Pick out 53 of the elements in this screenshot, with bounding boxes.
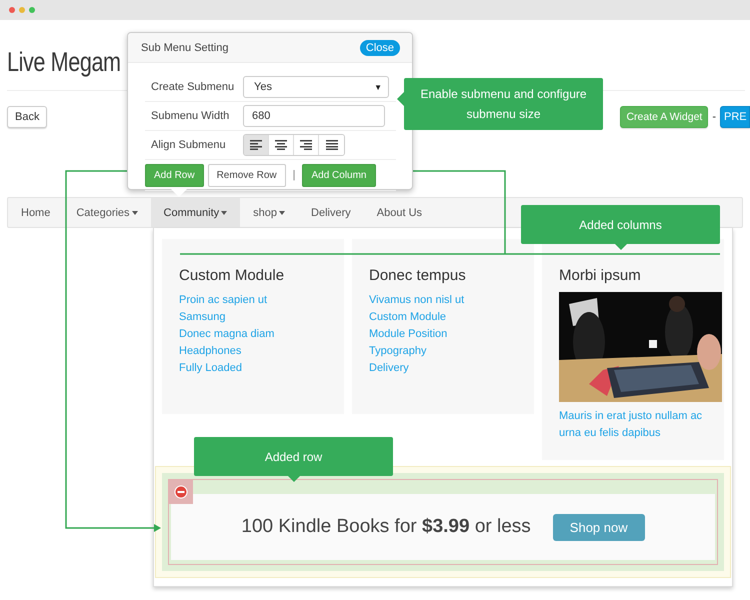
- input-field[interactable]: 680: [243, 105, 385, 127]
- toolbar-button[interactable]: Remove Row: [208, 164, 286, 186]
- menu-item[interactable]: About Us: [364, 198, 436, 227]
- menu-link[interactable]: Vivamus non nisl ut: [369, 292, 517, 309]
- menu-link[interactable]: Samsung: [179, 309, 327, 326]
- menu-link[interactable]: Fully Loaded: [179, 360, 327, 377]
- menu-item[interactable]: Delivery: [298, 198, 364, 227]
- toolbar-button[interactable]: Add Column: [302, 164, 376, 186]
- column-title: Donec tempus: [369, 267, 467, 284]
- callout: Added columns: [521, 205, 720, 244]
- menu-item[interactable]: shop: [240, 198, 298, 227]
- column-title: Custom Module: [179, 267, 286, 284]
- menu-link[interactable]: Proin ac sapien ut: [179, 292, 327, 309]
- back-button[interactable]: Back: [7, 106, 48, 128]
- field-label: Align Submenu: [150, 139, 227, 151]
- menu-link[interactable]: Delivery: [369, 360, 517, 377]
- remove-row-icon[interactable]: [169, 480, 193, 504]
- menu-link[interactable]: Mauris in erat justo nullam ac urna eu felis dapibus: [559, 408, 707, 442]
- menu-item[interactable]: Categories: [63, 198, 151, 227]
- create-widget-button[interactable]: Create A Widget: [620, 106, 708, 128]
- menu-link[interactable]: Custom Module: [369, 309, 517, 326]
- menu-item[interactable]: Home: [8, 198, 64, 227]
- field-label: Submenu Width: [150, 110, 230, 122]
- window-dot[interactable]: [19, 7, 25, 13]
- select-field[interactable]: Yes ▼: [243, 76, 389, 98]
- callout: Added row: [194, 437, 393, 476]
- menu-link[interactable]: Headphones: [179, 343, 327, 360]
- callout: Enable submenu and configure submenu size: [404, 78, 603, 130]
- align-right-icon: [300, 140, 312, 150]
- callout-pointer: [288, 476, 300, 482]
- preview-button[interactable]: PRE: [720, 106, 750, 128]
- separator: |: [292, 169, 296, 181]
- field-label: Create Submenu: [150, 81, 236, 93]
- window-dot[interactable]: [9, 7, 15, 13]
- close-button[interactable]: Close: [360, 40, 400, 56]
- menu-link[interactable]: Donec magna diam: [179, 326, 327, 343]
- promo-text: 100 Kindle Books for $3.99 or less: [241, 516, 531, 538]
- align-justify-icon: [326, 140, 338, 150]
- popover-title: Sub Menu Setting: [141, 42, 228, 54]
- window-dot[interactable]: [29, 7, 35, 13]
- align-center-icon: [275, 140, 287, 150]
- separator: -: [712, 111, 716, 123]
- menu-link[interactable]: Module Position: [369, 326, 517, 343]
- shop-now-button[interactable]: Shop now: [552, 514, 645, 540]
- callout-pointer: [614, 244, 626, 250]
- callout-pointer: [397, 92, 404, 106]
- align-left-icon: [250, 140, 262, 150]
- align-left-button[interactable]: [244, 135, 269, 155]
- page-title: Live Megam: [7, 46, 121, 78]
- menu-link[interactable]: Typography: [369, 343, 517, 360]
- menu-item[interactable]: Community: [150, 198, 240, 227]
- column-title: Morbi ipsum: [559, 267, 642, 284]
- toolbar-button[interactable]: Add Row: [145, 164, 204, 186]
